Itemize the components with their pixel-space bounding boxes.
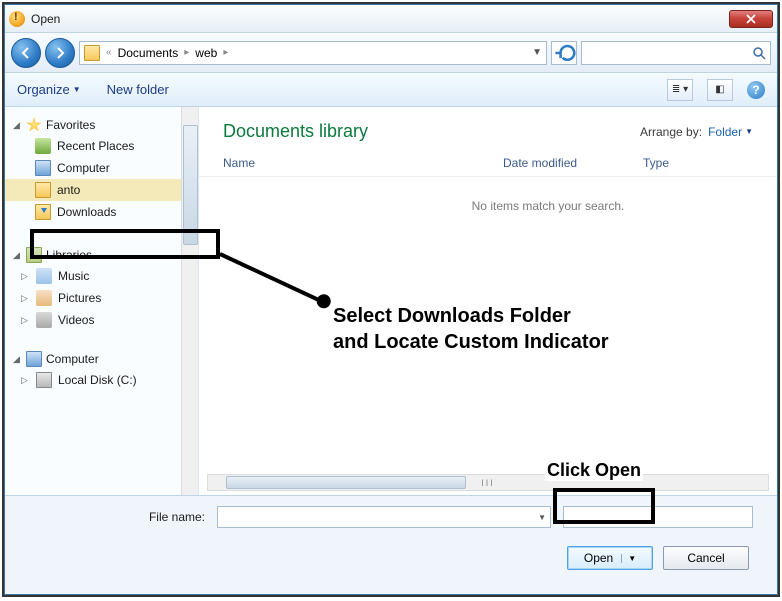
breadcrumb-item[interactable]: Documents — [118, 46, 179, 60]
sidebar-item-label: Pictures — [58, 291, 101, 305]
expand-icon: ▷ — [21, 293, 30, 304]
downloads-folder-icon — [35, 204, 51, 220]
annotation-highlight-downloads — [30, 229, 220, 259]
sidebar-item-pictures[interactable]: ▷ Pictures — [5, 287, 198, 309]
star-icon — [26, 117, 42, 133]
collapse-icon: ◢ — [13, 354, 22, 365]
sidebar-item-downloads[interactable]: Downloads — [5, 201, 198, 223]
computer-label: Computer — [46, 352, 99, 366]
sidebar-item-label: Recent Places — [57, 139, 134, 153]
arrange-by-value[interactable]: Folder ▼ — [708, 125, 753, 139]
filename-combo[interactable]: ▼ — [217, 506, 551, 528]
sidebar-item-label: Local Disk (C:) — [58, 373, 137, 387]
music-icon — [36, 268, 52, 284]
forward-button[interactable] — [45, 38, 75, 68]
file-list-pane: Documents library Arrange by: Folder ▼ N… — [199, 107, 777, 495]
open-button-label: Open — [584, 551, 613, 565]
cancel-button-label: Cancel — [687, 551, 724, 565]
chevron-right-icon: ▸ — [182, 47, 191, 58]
empty-message: No items match your search. — [319, 177, 777, 235]
sidebar-item-label: anto — [57, 183, 80, 197]
title-bar: Open — [5, 5, 777, 33]
open-button[interactable]: Open ▼ — [567, 546, 653, 570]
filename-label: File name: — [29, 510, 205, 524]
sidebar-item-music[interactable]: ▷ Music — [5, 265, 198, 287]
breadcrumb-item[interactable]: web — [195, 46, 217, 60]
annotation-text: Select Downloads Folder and Locate Custo… — [333, 303, 609, 355]
arrange-by-text: Folder — [708, 125, 742, 139]
chevron-down-icon: ▼ — [621, 554, 636, 563]
scrollbar-thumb[interactable] — [183, 125, 198, 245]
sidebar-item-computer[interactable]: Computer — [5, 157, 198, 179]
sidebar-item-label: Videos — [58, 313, 94, 327]
sidebar-item-local-disk[interactable]: ▷ Local Disk (C:) — [5, 369, 198, 391]
computer-header[interactable]: ◢ Computer — [5, 349, 198, 369]
nav-bar: « Documents ▸ web ▸ ▼ — [5, 33, 777, 73]
scrollbar-thumb[interactable] — [226, 476, 466, 489]
chevron-down-icon: ▼ — [73, 85, 81, 94]
navigation-pane: ◢ Favorites Recent Places Computer anto — [5, 107, 199, 495]
folder-icon — [35, 182, 51, 198]
sidebar-scrollbar[interactable] — [181, 107, 198, 495]
search-input[interactable] — [586, 46, 752, 60]
sidebar-item-label: Downloads — [57, 205, 116, 219]
pictures-icon — [36, 290, 52, 306]
close-button[interactable] — [729, 10, 773, 28]
sidebar-item-label: Music — [58, 269, 89, 283]
breadcrumb-dropdown-icon[interactable]: ▼ — [532, 47, 542, 58]
dialog-warning-icon — [9, 11, 25, 27]
expand-icon: ▷ — [21, 315, 30, 326]
column-name[interactable]: Name — [223, 156, 503, 170]
dialog-title: Open — [31, 12, 729, 26]
new-folder-label: New folder — [107, 82, 169, 97]
breadcrumb[interactable]: « Documents ▸ web ▸ ▼ — [79, 41, 547, 65]
back-button[interactable] — [11, 38, 41, 68]
annotation-line2: and Locate Custom Indicator — [333, 331, 609, 353]
search-icon — [752, 46, 766, 60]
chevron-down-icon: ▼ — [745, 127, 753, 136]
horizontal-scrollbar[interactable]: III — [207, 474, 769, 491]
collapse-icon: ◢ — [13, 120, 22, 131]
chevron-down-icon: ▼ — [538, 513, 546, 522]
help-icon[interactable]: ? — [747, 81, 765, 99]
annotation-click-open: Click Open — [545, 460, 643, 481]
videos-icon — [36, 312, 52, 328]
expand-icon: ▷ — [21, 271, 30, 282]
favorites-label: Favorites — [46, 118, 95, 132]
arrange-by: Arrange by: Folder ▼ — [640, 125, 753, 139]
scrollbar-grip-icon: III — [481, 478, 495, 488]
expand-icon: ▷ — [21, 375, 30, 386]
chevron-right-icon: ▸ — [221, 47, 230, 58]
refresh-button[interactable] — [551, 41, 577, 65]
annotation-highlight-open-button — [553, 488, 655, 524]
search-box[interactable] — [581, 41, 771, 65]
column-type[interactable]: Type — [643, 156, 723, 170]
column-date-modified[interactable]: Date modified — [503, 156, 643, 170]
folder-icon — [84, 45, 100, 61]
recent-places-icon — [35, 138, 51, 154]
toolbar: Organize ▼ New folder ≣ ▾ ◧ ? — [5, 73, 777, 107]
computer-icon — [26, 351, 42, 367]
sidebar-item-videos[interactable]: ▷ Videos — [5, 309, 198, 331]
disk-icon — [36, 372, 52, 388]
cancel-button[interactable]: Cancel — [663, 546, 749, 570]
sidebar-item-label: Computer — [57, 161, 110, 175]
breadcrumb-separator-icon: « — [104, 47, 114, 58]
favorites-header[interactable]: ◢ Favorites — [5, 115, 198, 135]
annotation-line1: Select Downloads Folder — [333, 305, 571, 327]
collapse-icon: ◢ — [13, 250, 22, 261]
preview-pane-button[interactable]: ◧ — [707, 79, 733, 101]
computer-icon — [35, 160, 51, 176]
bottom-panel: File name: ▼ Open ▼ Cancel — [5, 495, 777, 591]
column-headers: Name Date modified Type — [199, 150, 777, 177]
organize-label: Organize — [17, 82, 70, 97]
sidebar-item-recent-places[interactable]: Recent Places — [5, 135, 198, 157]
view-options-button[interactable]: ≣ ▾ — [667, 79, 693, 101]
organize-menu[interactable]: Organize ▼ — [17, 82, 81, 97]
library-title: Documents library — [223, 121, 640, 142]
sidebar-item-anto[interactable]: anto — [5, 179, 198, 201]
new-folder-button[interactable]: New folder — [107, 82, 169, 97]
arrange-by-label: Arrange by: — [640, 125, 702, 139]
